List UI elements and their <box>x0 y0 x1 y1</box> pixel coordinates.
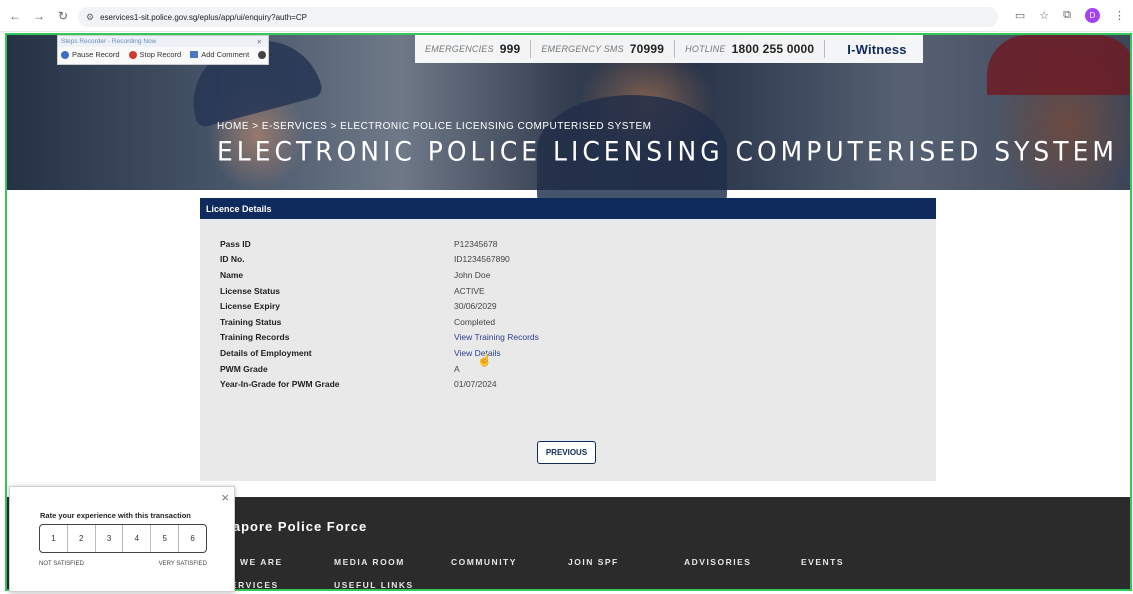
footer-brand: ngapore Police Force <box>215 519 368 534</box>
pause-record-button[interactable]: Pause Record <box>61 50 120 59</box>
browser-toolbar: ← → ↻ ⚙ eservices1-sit.police.gov.sg/epl… <box>0 0 1133 32</box>
extensions-icon[interactable]: ⧉ <box>1063 9 1071 22</box>
rating-option-5[interactable]: 5 <box>151 525 180 552</box>
help-button[interactable]: ▾ <box>258 50 273 59</box>
emergencies-contact[interactable]: EMERGENCIES 999 <box>415 40 532 58</box>
detail-row-training-status: Training Status Completed <box>220 316 496 327</box>
view-training-records-link[interactable]: View Training Records <box>454 332 539 342</box>
footer-nav-events[interactable]: EVENTS <box>801 557 844 567</box>
hand-cursor-icon: ☝ <box>477 353 492 367</box>
detail-row-license-expiry: License Expiry 30/06/2029 <box>220 301 497 312</box>
rating-option-4[interactable]: 4 <box>123 525 152 552</box>
site-info-icon[interactable]: ⚙ <box>86 12 94 23</box>
forward-icon[interactable]: → <box>30 7 48 25</box>
rating-question: Rate your experience with this transacti… <box>40 511 191 520</box>
breadcrumb[interactable]: HOME > E-SERVICES > ELECTRONIC POLICE LI… <box>217 121 652 132</box>
panel-heading: Licence Details <box>200 198 936 219</box>
rating-option-3[interactable]: 3 <box>96 525 124 552</box>
reload-icon[interactable]: ↻ <box>54 7 72 25</box>
recorder-close-icon[interactable]: ✕ <box>257 38 262 46</box>
detail-row-name: Name John Doe <box>220 269 491 280</box>
url-text: eservices1-sit.police.gov.sg/eplus/app/u… <box>100 12 307 22</box>
comment-icon <box>190 51 199 58</box>
detail-row-pass-id: Pass ID P12345678 <box>220 238 498 249</box>
cast-icon[interactable]: ▭ <box>1015 9 1025 22</box>
detail-row-training-records: Training Records View Training Records <box>220 332 539 343</box>
stop-icon <box>128 50 137 59</box>
detail-row-license-status: License Status ACTIVE <box>220 285 485 296</box>
emergency-sms-contact[interactable]: EMERGENCY SMS 70999 <box>531 40 676 58</box>
detail-row-id-no: ID No. ID1234567890 <box>220 254 510 265</box>
footer-nav-e-services[interactable]: ERVICES <box>231 580 279 589</box>
licence-details-panel: Licence Details Pass ID P12345678 ID No.… <box>200 198 936 481</box>
page-title: ELECTRONIC POLICE LICENSING COMPUTERISED… <box>217 136 1118 167</box>
footer-nav-join-spf[interactable]: JOIN SPF <box>568 557 619 567</box>
iwitness-link[interactable]: I-Witness <box>825 40 916 58</box>
detail-row-year-in-grade: Year-In-Grade for PWM Grade 01/07/2024 <box>220 379 497 390</box>
rating-option-6[interactable]: 6 <box>179 525 206 552</box>
footer-nav-useful-links[interactable]: USEFUL LINKS <box>334 580 414 589</box>
stop-record-button[interactable]: Stop Record <box>128 50 181 59</box>
emergency-contacts-bar: EMERGENCIES 999 EMERGENCY SMS 70999 HOTL… <box>415 35 923 63</box>
footer-nav-media-room[interactable]: MEDIA ROOM <box>334 557 405 567</box>
footer-nav-advisories[interactable]: ADVISORIES <box>684 557 751 567</box>
rating-high-label: VERY SATISFIED <box>158 561 207 567</box>
pause-icon <box>61 50 69 59</box>
footer-nav-community[interactable]: COMMUNITY <box>451 557 517 567</box>
rating-scale: 1 2 3 4 5 6 <box>39 524 207 553</box>
steps-recorder-window: Steps Recorder - Recording Now ✕ Pause R… <box>57 35 273 65</box>
footer-nav-who-we-are[interactable]: O WE ARE <box>228 557 283 567</box>
licence-details-list: Pass ID P12345678 ID No. ID1234567890 Na… <box>220 236 539 392</box>
help-icon <box>258 50 267 59</box>
close-icon[interactable]: × <box>221 490 229 505</box>
rating-widget: × Rate your experience with this transac… <box>9 486 235 592</box>
profile-avatar[interactable]: D <box>1085 8 1100 23</box>
previous-button[interactable]: PREVIOUS <box>537 441 596 464</box>
back-icon[interactable]: ← <box>6 7 24 25</box>
rating-option-2[interactable]: 2 <box>68 525 96 552</box>
rating-low-label: NOT SATISFIED <box>39 561 84 567</box>
hotline-contact[interactable]: HOTLINE 1800 255 0000 <box>675 40 826 58</box>
address-bar[interactable]: ⚙ eservices1-sit.police.gov.sg/eplus/app… <box>78 7 998 27</box>
recorder-title: Steps Recorder - Recording Now <box>61 38 157 45</box>
rating-option-1[interactable]: 1 <box>40 525 68 552</box>
menu-icon[interactable]: ⋮ <box>1114 9 1125 22</box>
bookmark-star-icon[interactable]: ☆ <box>1039 9 1049 22</box>
add-comment-button[interactable]: Add Comment <box>190 50 249 59</box>
